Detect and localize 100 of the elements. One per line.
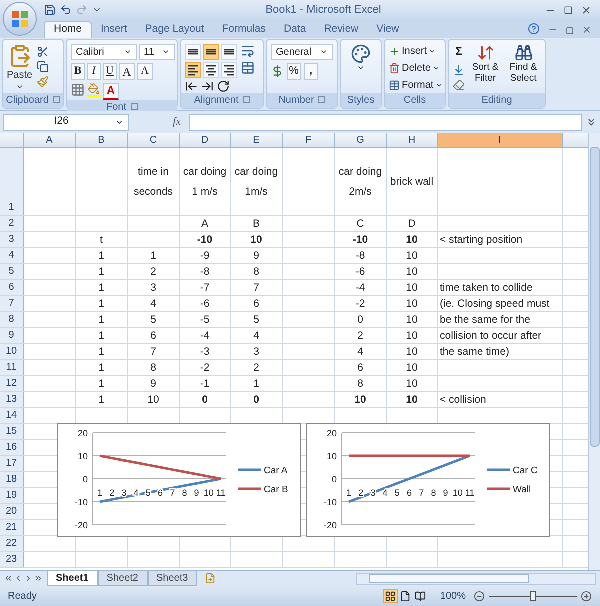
underline-button[interactable]: U [103, 63, 117, 80]
find-select-button[interactable]: Find & Select [506, 44, 541, 84]
view-button[interactable] [413, 589, 428, 603]
row-header[interactable]: 7 [0, 296, 24, 311]
row-header[interactable]: 2 [0, 216, 24, 231]
last-sheet-icon[interactable] [34, 574, 43, 583]
row-header[interactable]: 1 [0, 148, 24, 215]
sheet-tab[interactable]: Sheet3 [148, 571, 198, 586]
paste-button[interactable]: Paste [7, 44, 33, 91]
merge-icon[interactable] [241, 61, 255, 75]
font-color-button[interactable]: A [103, 83, 119, 100]
ribbon-tab[interactable]: Insert [92, 21, 136, 38]
column-header[interactable]: A [24, 133, 76, 147]
row-header[interactable]: 9 [0, 328, 24, 343]
first-sheet-icon[interactable] [4, 574, 13, 583]
insert-function-button[interactable]: fx [173, 114, 181, 130]
styles-button[interactable] [351, 44, 371, 72]
shrink-font-button[interactable]: A [137, 63, 153, 80]
row-header[interactable]: 5 [0, 264, 24, 279]
comma-button[interactable]: , [304, 63, 318, 80]
vertical-scrollbar[interactable] [588, 133, 600, 570]
ribbon-tab[interactable]: Home [44, 21, 92, 38]
row-header[interactable]: 18 [0, 472, 24, 487]
row-header[interactable]: 20 [0, 504, 24, 519]
currency-icon[interactable] [271, 65, 284, 78]
font-size-dropdown[interactable]: 11 [139, 44, 175, 60]
fill-icon[interactable] [453, 64, 465, 76]
row-header[interactable]: 14 [0, 408, 24, 423]
zoom-out-icon[interactable] [474, 590, 485, 602]
increase-indent-icon[interactable] [201, 80, 214, 93]
cells-menu-button[interactable]: Format [389, 78, 443, 93]
bold-button[interactable]: B [71, 63, 85, 80]
percent-button[interactable]: % [287, 63, 301, 80]
fill-color-icon[interactable] [87, 83, 101, 97]
row-header[interactable]: 19 [0, 488, 24, 503]
copy-icon[interactable] [36, 61, 49, 73]
borders-icon[interactable] [71, 83, 85, 97]
eraser-icon[interactable] [453, 79, 465, 91]
help-icon[interactable] [528, 23, 540, 35]
align-button[interactable] [221, 44, 237, 60]
row-header[interactable]: 22 [0, 536, 24, 551]
name-box[interactable]: I26 [3, 114, 129, 130]
align-button[interactable] [203, 44, 219, 60]
row-header[interactable]: 6 [0, 280, 24, 295]
decrease-indent-icon[interactable] [185, 80, 198, 93]
align-button[interactable] [221, 62, 237, 78]
row-header[interactable]: 3 [0, 232, 24, 247]
wrap-text-icon[interactable] [241, 44, 255, 58]
zoom-in-icon[interactable] [581, 590, 592, 602]
row-header[interactable]: 15 [0, 424, 24, 439]
orientation-icon[interactable] [217, 80, 230, 93]
row-header[interactable]: 21 [0, 520, 24, 535]
cells-menu-button[interactable]: Insert [389, 44, 443, 59]
office-button[interactable] [3, 2, 37, 36]
next-sheet-icon[interactable] [24, 574, 33, 583]
row-header[interactable]: 16 [0, 440, 24, 455]
cells-menu-button[interactable]: Delete [389, 61, 443, 76]
sheet-tab[interactable]: Sheet2 [98, 571, 148, 586]
restore-icon[interactable] [566, 27, 574, 35]
row-header[interactable]: 17 [0, 456, 24, 471]
close-icon[interactable] [581, 4, 592, 16]
undo-icon[interactable] [60, 4, 72, 16]
ribbon-tab[interactable]: Review [315, 21, 368, 38]
align-button[interactable] [203, 62, 219, 78]
column-header[interactable]: B [76, 133, 128, 147]
column-header[interactable]: G [335, 133, 387, 147]
align-button[interactable] [185, 44, 201, 60]
row-header[interactable]: 13 [0, 392, 24, 407]
row-header[interactable]: 4 [0, 248, 24, 263]
zoom-slider[interactable] [489, 591, 577, 601]
ribbon-tab[interactable]: View [368, 21, 408, 38]
save-icon[interactable] [44, 4, 56, 16]
view-button[interactable] [383, 589, 398, 603]
ribbon-tab[interactable]: Formulas [213, 21, 276, 38]
expand-icon[interactable] [586, 116, 597, 128]
maximize-icon[interactable] [564, 6, 573, 14]
column-header[interactable]: E [231, 133, 283, 147]
column-header[interactable]: D [180, 133, 231, 147]
insert-sheet-icon[interactable] [205, 573, 216, 584]
ribbon-tab[interactable]: Data [275, 21, 316, 38]
sheet-tab[interactable]: Sheet1 [47, 571, 98, 586]
align-button[interactable] [185, 62, 201, 78]
row-header[interactable]: 8 [0, 312, 24, 327]
formula-input[interactable] [189, 114, 582, 130]
row-header[interactable]: 23 [0, 552, 24, 567]
autosum-button[interactable]: Σ [453, 44, 465, 61]
italic-button[interactable]: I [87, 63, 101, 80]
number-format-dropdown[interactable]: General [271, 44, 333, 60]
column-header[interactable]: C [128, 133, 180, 147]
prev-sheet-icon[interactable] [14, 574, 23, 583]
row-header[interactable]: 10 [0, 344, 24, 359]
horizontal-scrollbar[interactable] [356, 572, 596, 584]
column-header[interactable]: I [438, 133, 563, 147]
row-header[interactable]: 11 [0, 360, 24, 375]
ribbon-tab[interactable]: Page Layout [136, 21, 214, 38]
close-icon[interactable] [582, 25, 592, 35]
scissors-icon[interactable] [36, 46, 49, 58]
row-header[interactable]: 12 [0, 376, 24, 391]
grow-font-button[interactable]: A [119, 63, 135, 80]
sort-filter-button[interactable]: Sort & Filter [469, 44, 502, 84]
